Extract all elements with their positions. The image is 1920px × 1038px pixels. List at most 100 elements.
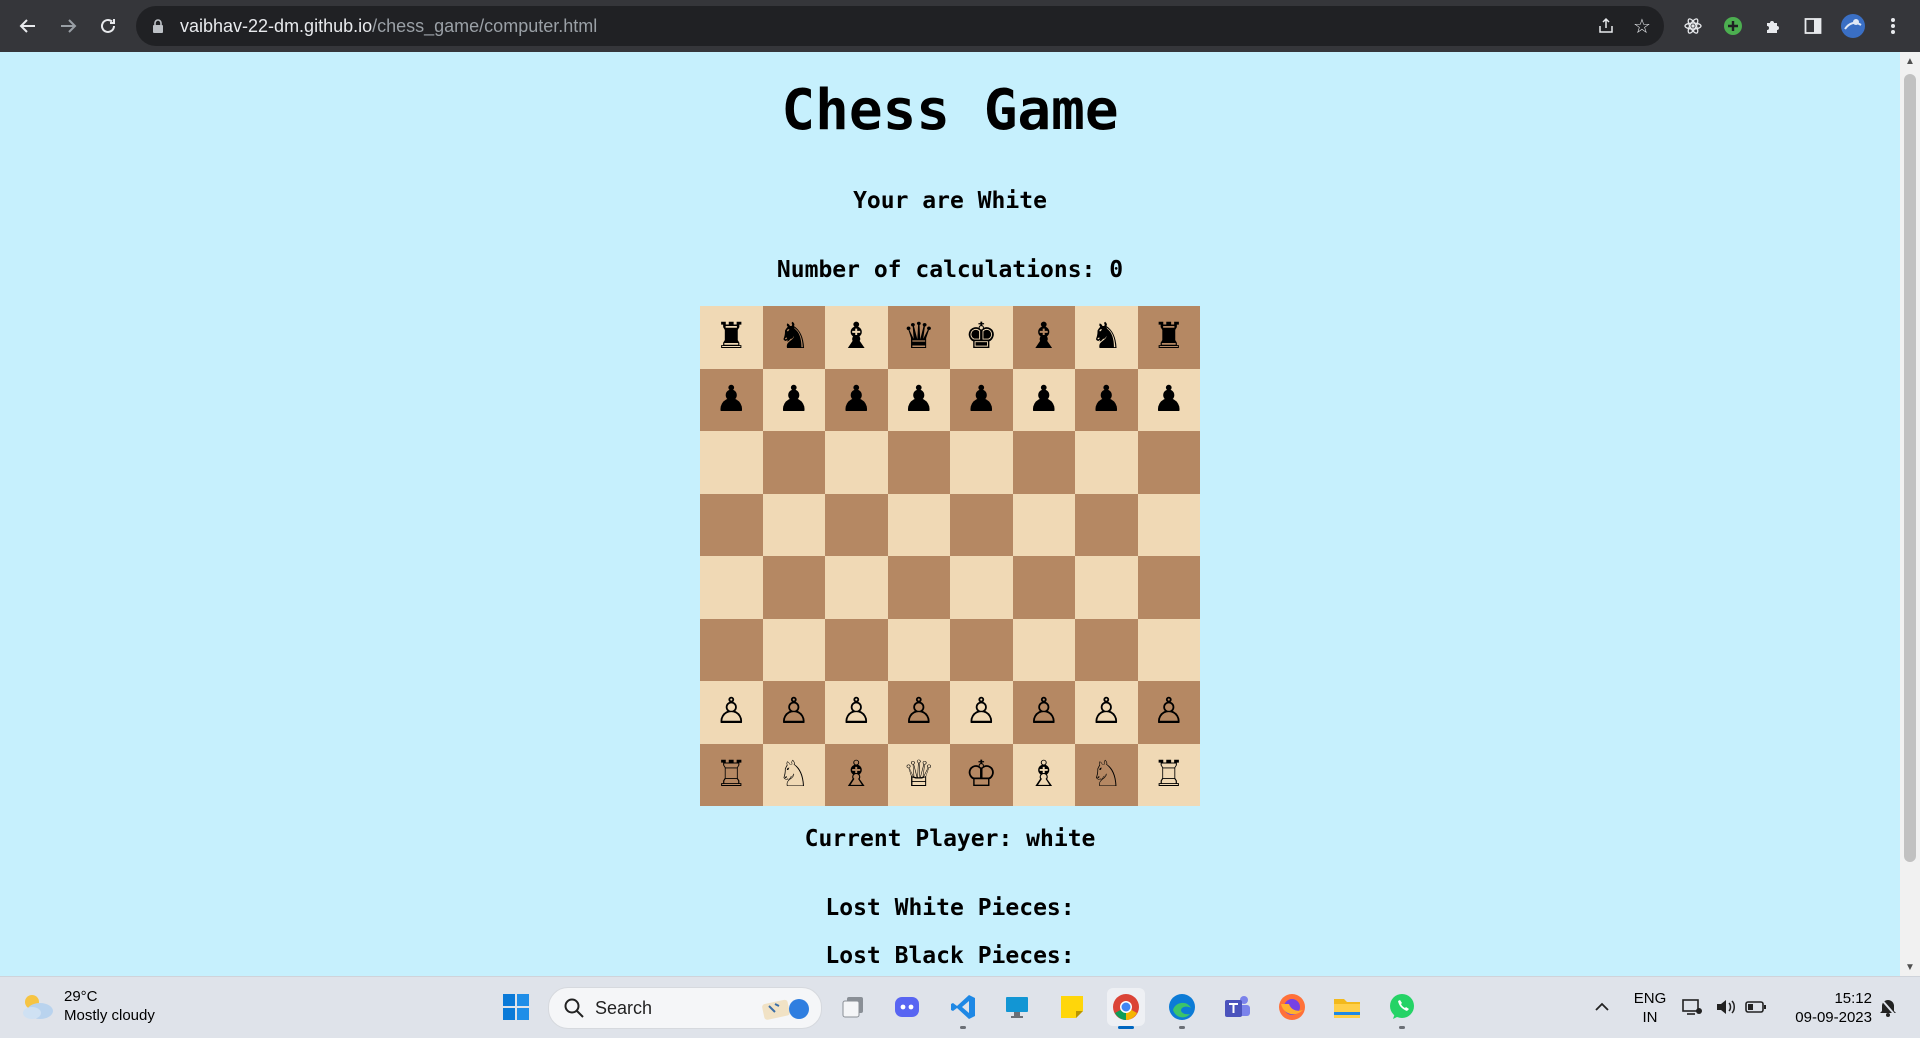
chess-piece-icon[interactable]: ♜ xyxy=(1153,319,1185,355)
square-h6[interactable] xyxy=(1137,431,1200,494)
chess-piece-icon[interactable]: ♙ xyxy=(903,694,935,730)
square-h8[interactable]: ♜ xyxy=(1137,306,1200,369)
scroll-up-arrow-icon[interactable]: ▲ xyxy=(1900,52,1920,70)
file-explorer-icon[interactable] xyxy=(1328,988,1366,1026)
discord-icon[interactable] xyxy=(888,988,926,1026)
green-plus-extension-icon[interactable] xyxy=(1720,13,1746,39)
volume-icon[interactable] xyxy=(1712,988,1740,1026)
chrome-icon[interactable] xyxy=(1107,988,1145,1029)
back-button[interactable] xyxy=(8,6,48,46)
square-b1[interactable]: ♘ xyxy=(762,743,825,806)
taskbar-search[interactable]: Search xyxy=(548,987,822,1029)
chess-piece-icon[interactable]: ♘ xyxy=(778,756,810,793)
chess-piece-icon[interactable]: ♝ xyxy=(1028,319,1060,355)
extensions-puzzle-icon[interactable] xyxy=(1760,13,1786,39)
language-indicator[interactable]: ENG IN xyxy=(1628,989,1672,1027)
chess-piece-icon[interactable]: ♟ xyxy=(715,381,747,418)
sticky-notes-icon[interactable] xyxy=(1053,988,1091,1026)
chess-piece-icon[interactable]: ♟ xyxy=(1028,381,1060,418)
square-a6[interactable] xyxy=(700,431,763,494)
chess-piece-icon[interactable]: ♟ xyxy=(1153,381,1185,418)
chess-piece-icon[interactable]: ♜ xyxy=(715,319,747,355)
chess-piece-icon[interactable]: ♙ xyxy=(778,694,810,730)
square-d4[interactable] xyxy=(887,556,950,619)
square-g3[interactable] xyxy=(1075,618,1138,681)
chess-piece-icon[interactable]: ♛ xyxy=(903,319,935,355)
chess-piece-icon[interactable]: ♘ xyxy=(1090,756,1122,793)
chess-piece-icon[interactable]: ♖ xyxy=(715,756,747,793)
square-f1[interactable]: ♗ xyxy=(1012,743,1075,806)
chess-piece-icon[interactable]: ♞ xyxy=(1090,319,1122,355)
square-e2[interactable]: ♙ xyxy=(950,681,1013,744)
square-g2[interactable]: ♙ xyxy=(1075,681,1138,744)
square-e7[interactable]: ♟ xyxy=(950,368,1013,431)
square-g5[interactable] xyxy=(1075,493,1138,556)
square-d3[interactable] xyxy=(887,618,950,681)
chess-piece-icon[interactable]: ♙ xyxy=(965,694,997,730)
square-a4[interactable] xyxy=(700,556,763,619)
chess-piece-icon[interactable]: ♟ xyxy=(778,381,810,418)
square-h1[interactable]: ♖ xyxy=(1137,743,1200,806)
square-g7[interactable]: ♟ xyxy=(1075,368,1138,431)
weather-widget[interactable]: 29°C Mostly cloudy xyxy=(18,987,155,1025)
side-panel-icon[interactable] xyxy=(1800,13,1826,39)
chess-piece-icon[interactable]: ♚ xyxy=(965,319,997,355)
menu-kebab-icon[interactable] xyxy=(1880,13,1906,39)
url-text[interactable]: vaibhav-22-dm.github.io/chess_game/compu… xyxy=(180,16,597,37)
square-f4[interactable] xyxy=(1012,556,1075,619)
chess-piece-icon[interactable]: ♗ xyxy=(1028,756,1060,793)
chess-piece-icon[interactable]: ♞ xyxy=(778,319,810,355)
square-c1[interactable]: ♗ xyxy=(825,743,888,806)
square-e8[interactable]: ♚ xyxy=(950,306,1013,369)
square-h3[interactable] xyxy=(1137,618,1200,681)
teams-icon[interactable] xyxy=(1218,988,1256,1026)
chess-piece-icon[interactable]: ♟ xyxy=(840,381,872,418)
scroll-down-arrow-icon[interactable]: ▼ xyxy=(1900,958,1920,976)
square-b5[interactable] xyxy=(762,493,825,556)
square-f3[interactable] xyxy=(1012,618,1075,681)
square-a7[interactable]: ♟ xyxy=(700,368,763,431)
square-g4[interactable] xyxy=(1075,556,1138,619)
start-button[interactable] xyxy=(497,988,535,1026)
square-f5[interactable] xyxy=(1012,493,1075,556)
square-c4[interactable] xyxy=(825,556,888,619)
square-d2[interactable]: ♙ xyxy=(887,681,950,744)
address-bar[interactable]: vaibhav-22-dm.github.io/chess_game/compu… xyxy=(136,6,1664,46)
square-e4[interactable] xyxy=(950,556,1013,619)
profile-avatar[interactable] xyxy=(1840,13,1866,39)
task-view-icon[interactable] xyxy=(834,988,872,1026)
square-c2[interactable]: ♙ xyxy=(825,681,888,744)
square-c8[interactable]: ♝ xyxy=(825,306,888,369)
square-a2[interactable]: ♙ xyxy=(700,681,763,744)
page-scrollbar[interactable]: ▲ ▼ xyxy=(1900,52,1920,976)
square-a3[interactable] xyxy=(700,618,763,681)
square-f2[interactable]: ♙ xyxy=(1012,681,1075,744)
share-icon[interactable] xyxy=(1594,14,1618,38)
clock[interactable]: 15:12 09-09-2023 xyxy=(1782,989,1872,1027)
square-g8[interactable]: ♞ xyxy=(1075,306,1138,369)
square-b8[interactable]: ♞ xyxy=(762,306,825,369)
vscode-icon[interactable] xyxy=(944,988,982,1029)
firefox-icon[interactable] xyxy=(1273,988,1311,1026)
square-g1[interactable]: ♘ xyxy=(1075,743,1138,806)
square-e3[interactable] xyxy=(950,618,1013,681)
square-b6[interactable] xyxy=(762,431,825,494)
square-h7[interactable]: ♟ xyxy=(1137,368,1200,431)
square-d5[interactable] xyxy=(887,493,950,556)
square-d7[interactable]: ♟ xyxy=(887,368,950,431)
square-a1[interactable]: ♖ xyxy=(700,743,763,806)
square-a8[interactable]: ♜ xyxy=(700,306,763,369)
chess-piece-icon[interactable]: ♟ xyxy=(1090,381,1122,418)
notification-bell-icon[interactable] xyxy=(1876,988,1900,1026)
square-c5[interactable] xyxy=(825,493,888,556)
square-f8[interactable]: ♝ xyxy=(1012,306,1075,369)
square-b4[interactable] xyxy=(762,556,825,619)
chess-piece-icon[interactable]: ♟ xyxy=(903,381,935,418)
network-icon[interactable] xyxy=(1678,988,1706,1026)
square-d6[interactable] xyxy=(887,431,950,494)
square-d1[interactable]: ♕ xyxy=(887,743,950,806)
square-e6[interactable] xyxy=(950,431,1013,494)
square-b3[interactable] xyxy=(762,618,825,681)
square-h5[interactable] xyxy=(1137,493,1200,556)
chess-piece-icon[interactable]: ♕ xyxy=(903,756,935,793)
